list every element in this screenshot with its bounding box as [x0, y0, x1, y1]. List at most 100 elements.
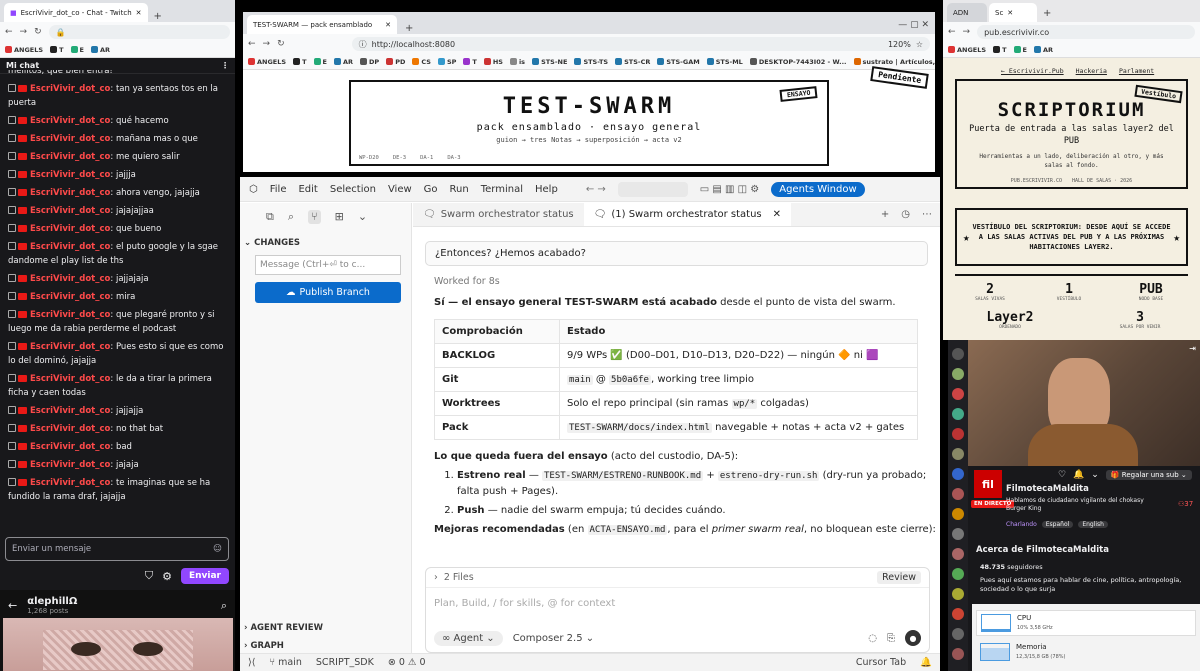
send-button[interactable]: Enviar — [180, 568, 229, 584]
tab-orchestrator[interactable]: 🗨 Swarm orchestrator status — [413, 203, 584, 226]
more-icon[interactable]: ⋮ — [221, 61, 229, 70]
back-icon[interactable]: ← — [8, 599, 17, 612]
script-status[interactable]: SCRIPT_SDK — [316, 657, 374, 668]
model-select[interactable]: Composer 2.5 ⌄ — [513, 633, 594, 644]
trash-icon[interactable] — [8, 134, 16, 142]
chat-username[interactable]: EscriVivir_dot_co — [30, 116, 110, 126]
trash-icon[interactable] — [8, 424, 16, 432]
bookmark[interactable]: STS-CR — [615, 58, 650, 66]
followed-channel-avatar[interactable] — [952, 628, 964, 640]
close-icon[interactable]: ✕ — [773, 209, 781, 220]
chat-username[interactable]: EscriVivir_dot_co — [30, 292, 110, 302]
problems-status[interactable]: ⊗ 0 ⚠ 0 — [388, 657, 426, 668]
trash-icon[interactable] — [8, 310, 16, 318]
back-icon[interactable]: ← — [948, 27, 956, 37]
bookmark[interactable]: PD — [386, 58, 405, 66]
bookmark[interactable]: ANGELS — [5, 46, 43, 54]
reload-icon[interactable]: ↻ — [34, 27, 42, 37]
chat-input[interactable]: Enviar un mensaje ☺ — [5, 537, 229, 561]
chat-tab[interactable]: ■ EscriVivir_dot_co - Chat - Twitch ✕ — [4, 3, 148, 22]
forward-icon[interactable]: → — [20, 27, 28, 37]
bookmark[interactable]: ANGELS — [248, 58, 286, 66]
agent-chat-panel[interactable]: ¿Entonces? ¿Hemos acabado? Worked for 8s… — [413, 227, 940, 617]
nav-link[interactable]: ← Escrivivir.Pub — [1001, 67, 1064, 75]
cpu-row[interactable]: CPU 10% 3,58 GHz — [976, 610, 1196, 636]
chat-username[interactable]: EscriVivir_dot_co — [30, 460, 110, 470]
menu-run[interactable]: Run — [450, 184, 469, 195]
bookmark[interactable]: ANGELS — [948, 46, 986, 54]
chat-username[interactable]: EscriVivir_dot_co — [30, 424, 110, 434]
bookmark[interactable]: SP — [437, 58, 456, 66]
reload-icon[interactable]: ↻ — [277, 39, 285, 49]
bookmark[interactable]: T — [50, 46, 64, 54]
bookmark[interactable]: sustrato | Artículos, cul... — [853, 58, 935, 66]
trash-icon[interactable] — [8, 224, 16, 232]
chat-url-bar[interactable]: 🔒 — [48, 25, 230, 39]
chat-username[interactable]: EscriVivir_dot_co — [30, 310, 110, 320]
bookmark[interactable]: DP — [360, 58, 379, 66]
swarm-url-bar[interactable]: ⓘ http://localhost:8080 120% ☆ — [351, 37, 930, 51]
bell-icon[interactable]: 🔔 — [920, 657, 932, 668]
zoom-level[interactable]: 120% — [888, 40, 911, 49]
followed-channel-avatar[interactable] — [952, 648, 964, 660]
chat-username[interactable]: EscriVivir_dot_co — [30, 224, 110, 234]
nav-link[interactable]: Hackeria — [1076, 67, 1107, 75]
menu-help[interactable]: Help — [535, 184, 558, 195]
trash-icon[interactable] — [8, 460, 16, 468]
followed-channel-avatar[interactable] — [952, 428, 964, 440]
chevron-down-icon[interactable]: ⌄ — [358, 210, 367, 224]
scr-url-bar[interactable]: pub.escrivivir.co — [977, 25, 1195, 39]
gift-sub-button[interactable]: 🎁 Regalar una sub ⌄ — [1105, 470, 1192, 480]
chat-username[interactable]: EscriVivir_dot_co — [30, 342, 110, 352]
collapse-icon[interactable]: ⇥ — [1189, 344, 1196, 353]
search-icon[interactable]: ⌕ — [288, 210, 294, 224]
agents-window-button[interactable]: Agents Window — [771, 181, 865, 197]
followed-channel-avatar[interactable] — [952, 468, 964, 480]
heart-icon[interactable]: ♡ — [1058, 470, 1066, 480]
trash-icon[interactable] — [8, 342, 16, 350]
review-button[interactable]: Review — [877, 571, 921, 584]
scr-tab[interactable]: ADN — [947, 3, 987, 22]
trash-icon[interactable] — [8, 478, 16, 486]
chat-username[interactable]: EscriVivir_dot_co — [30, 188, 110, 198]
followed-channel-avatar[interactable] — [952, 548, 964, 560]
chat-username[interactable]: EscriVivir_dot_co — [30, 206, 110, 216]
scr-tab-active[interactable]: Sc ✕ — [989, 3, 1037, 22]
chat-username[interactable]: EscriVivir_dot_co — [30, 134, 110, 144]
tab-orchestrator-active[interactable]: 🗨 (1) Swarm orchestrator status ✕ — [583, 203, 792, 226]
chevron-down-icon[interactable]: ⌄ — [1091, 470, 1099, 480]
bookmark[interactable]: T — [293, 58, 307, 66]
menu-terminal[interactable]: Terminal — [481, 184, 523, 195]
bookmark[interactable]: STS-TS — [574, 58, 608, 66]
trash-icon[interactable] — [8, 442, 16, 450]
close-icon[interactable]: ✕ — [136, 9, 142, 17]
back-icon[interactable]: ← — [5, 27, 13, 37]
layout-icons[interactable]: ▭ ▤ ▥ ◫ ⚙ — [700, 184, 759, 195]
trash-icon[interactable] — [8, 152, 16, 160]
chat-username[interactable]: EscriVivir_dot_co — [30, 84, 110, 94]
files-row[interactable]: › 2 Files Review — [426, 568, 929, 588]
publish-branch-button[interactable]: ☁ Publish Branch — [255, 282, 401, 303]
chat-username[interactable]: EscriVivir_dot_co — [30, 374, 110, 384]
bookmark[interactable]: T — [463, 58, 477, 66]
search-icon[interactable]: ⌕ — [221, 599, 227, 613]
tag[interactable]: Español — [1041, 521, 1074, 528]
channel-name[interactable]: FilmotecaMaldita — [1006, 484, 1089, 494]
graph-section[interactable]: › GRAPH — [244, 641, 284, 651]
new-tab-icon[interactable]: + — [154, 11, 162, 22]
star-icon[interactable]: ☆ — [916, 40, 923, 49]
more-icon[interactable]: ⋯ — [922, 209, 932, 220]
followed-channel-avatar[interactable] — [952, 588, 964, 600]
shield-icon[interactable]: ⛉ — [145, 569, 153, 583]
gear-icon[interactable]: ⚙ — [162, 570, 172, 583]
trash-icon[interactable] — [8, 170, 16, 178]
bookmark[interactable]: is — [509, 58, 525, 66]
trash-icon[interactable] — [8, 274, 16, 282]
chat-username[interactable]: EscriVivir_dot_co — [30, 478, 110, 488]
followed-channel-avatar[interactable] — [952, 388, 964, 400]
forward-icon[interactable]: → — [263, 39, 271, 49]
menu-selection[interactable]: Selection — [330, 184, 376, 195]
tag[interactable]: English — [1078, 521, 1108, 528]
swarm-tab[interactable]: TEST-SWARM — pack ensamblado ✕ — [247, 15, 397, 34]
chat-username[interactable]: EscriVivir_dot_co — [30, 170, 110, 180]
